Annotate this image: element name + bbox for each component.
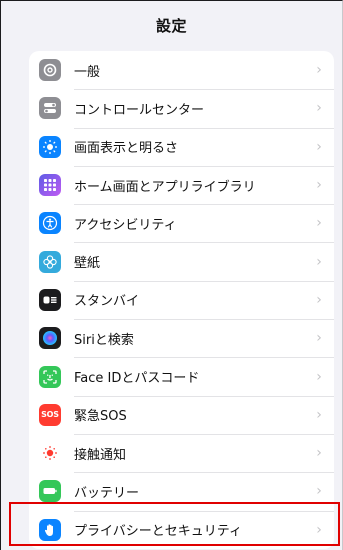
sos-icon-text: SOS (41, 410, 59, 420)
settings-item-standby[interactable]: スタンバイ › (29, 280, 334, 319)
settings-item-label: 接触通知 (74, 447, 127, 463)
sun-icon (39, 135, 61, 158)
face-id-icon (39, 365, 61, 388)
chevron-right-icon: › (316, 138, 322, 155)
wallpaper-flower-icon (39, 250, 61, 273)
settings-item-exposure-notifications[interactable]: 接触通知 › (29, 433, 334, 472)
chevron-right-icon: › (316, 100, 322, 117)
settings-list: 一般 › コントロールセンター › 画面表示と明るさ › ホーム画面とアプリライ… (29, 51, 334, 549)
page-title: 設定 (155, 17, 187, 35)
settings-item-home-screen[interactable]: ホーム画面とアプリライブラリ › (29, 165, 334, 204)
settings-item-wallpaper[interactable]: 壁紙 › (29, 242, 334, 280)
exposure-notification-icon (39, 442, 61, 465)
settings-item-label: Face IDとパスコード (74, 371, 200, 387)
settings-item-label: バッテリー (74, 485, 140, 501)
chevron-right-icon: › (316, 330, 322, 347)
home-screen-icon (39, 174, 61, 197)
chevron-right-icon: › (316, 406, 322, 423)
settings-item-general[interactable]: 一般 › (29, 51, 334, 89)
control-center-icon (39, 97, 61, 120)
sos-icon: SOS (39, 403, 61, 426)
accessibility-icon (39, 212, 61, 235)
settings-item-emergency-sos[interactable]: SOS 緊急SOS › (29, 395, 334, 434)
highlight-box (9, 502, 340, 546)
siri-icon (39, 327, 61, 350)
chevron-right-icon: › (316, 215, 322, 232)
settings-item-label: Siriと検索 (74, 332, 134, 348)
settings-item-label: スタンバイ (74, 294, 140, 310)
chevron-right-icon: › (316, 483, 322, 500)
settings-item-face-id[interactable]: Face IDとパスコード › (29, 357, 334, 395)
settings-item-label: 画面表示と明るさ (74, 141, 179, 157)
standby-icon (39, 288, 61, 311)
chevron-right-icon: › (316, 253, 322, 270)
chevron-right-icon: › (316, 368, 322, 385)
chevron-right-icon: › (316, 177, 322, 194)
settings-window: 設定 一般 › コントロールセンター › 画面表示と明るさ › ホーム画面とアプ… (0, 0, 343, 550)
chevron-right-icon: › (316, 445, 322, 462)
settings-item-label: コントロールセンター (74, 102, 205, 118)
settings-item-label: ホーム画面とアプリライブラリ (74, 179, 256, 195)
gear-icon (39, 59, 61, 82)
settings-item-display-brightness[interactable]: 画面表示と明るさ › (29, 127, 334, 166)
settings-item-label: 一般 (74, 64, 101, 80)
battery-icon (39, 480, 61, 503)
chevron-right-icon: › (316, 62, 322, 79)
chevron-right-icon: › (316, 291, 322, 308)
settings-item-siri-search[interactable]: Siriと検索 › (29, 319, 334, 357)
settings-item-label: アクセシビリティ (74, 217, 177, 233)
settings-item-accessibility[interactable]: アクセシビリティ › (29, 204, 334, 242)
settings-item-label: 壁紙 (74, 256, 101, 272)
settings-item-control-center[interactable]: コントロールセンター › (29, 89, 334, 127)
settings-item-label: 緊急SOS (74, 409, 127, 425)
